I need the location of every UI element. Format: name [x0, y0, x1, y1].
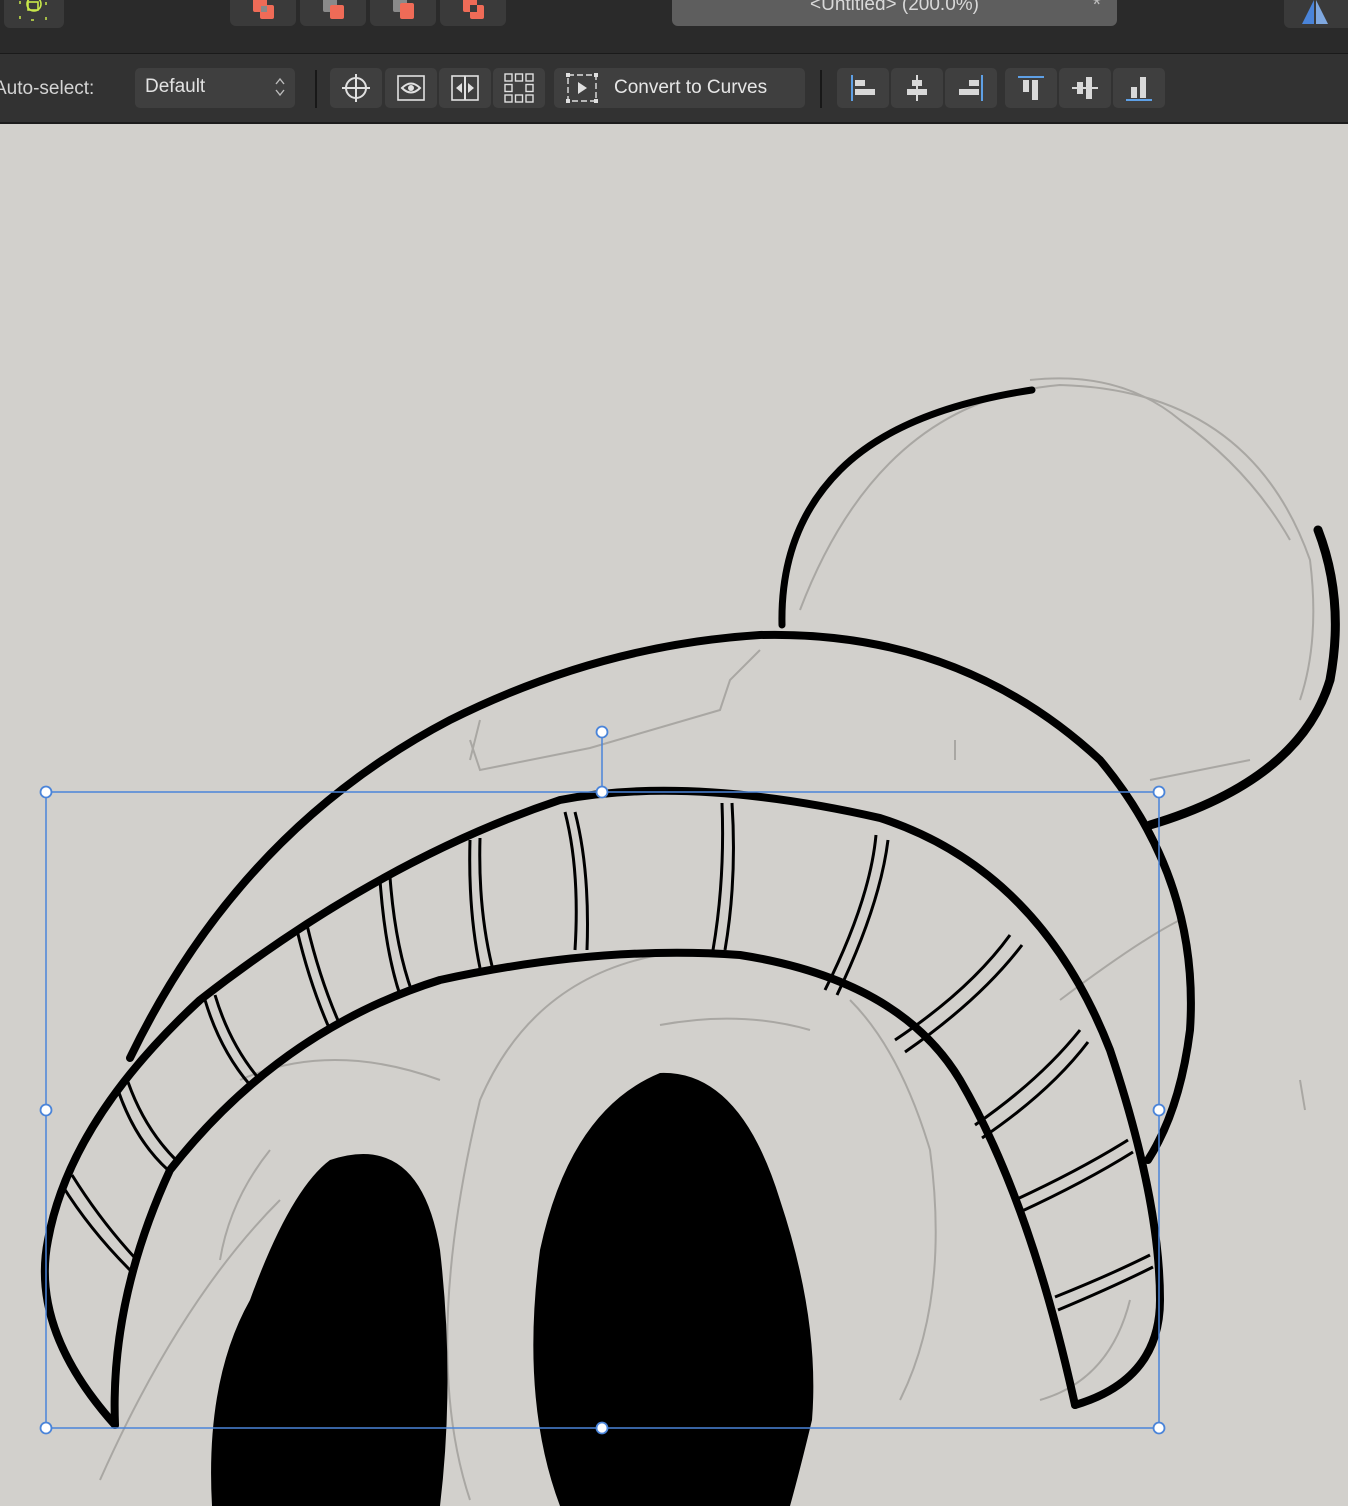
add-boolean-button[interactable] [230, 0, 296, 26]
add-boolean-icon [253, 0, 274, 19]
align-left-icon [851, 75, 875, 101]
align-bottom-icon [1126, 77, 1152, 101]
document-canvas[interactable] [0, 124, 1348, 1506]
align-top-button[interactable] [1005, 68, 1057, 108]
auto-select-dropdown[interactable]: Default [135, 68, 295, 108]
convert-to-curves-label: Convert to Curves [614, 77, 768, 98]
document-close-button[interactable]: * [1092, 0, 1101, 20]
alignment-handles-icon [504, 73, 534, 103]
convert-to-curves-button[interactable]: Convert to Curves [554, 68, 805, 108]
align-right-button[interactable] [945, 68, 997, 108]
intersect-boolean-button[interactable] [370, 0, 436, 26]
resize-handle-right[interactable] [1152, 1103, 1166, 1117]
rotation-handle[interactable] [595, 725, 609, 739]
align-center-icon [907, 75, 927, 101]
auto-select-value: Default [145, 76, 206, 97]
affinity-designer-window: <Untitled> (200.0%) * Auto-select: Defau… [0, 0, 1348, 1506]
intersect-boolean-icon [393, 0, 414, 19]
flip-horizontal-button[interactable] [439, 68, 491, 108]
resize-handle-top-left[interactable] [39, 785, 53, 799]
alignment-handles-button[interactable] [493, 68, 545, 108]
left-eye [211, 1154, 448, 1506]
assistant-icon [1302, 0, 1328, 24]
right-eye [533, 1072, 814, 1506]
convert-to-curves-icon [566, 73, 598, 103]
pompom-outline-left [778, 386, 1036, 629]
title-bar: <Untitled> (200.0%) * [0, 0, 1348, 54]
boolean-operations [230, 0, 506, 26]
designer-persona-icon [19, 0, 47, 21]
flip-horizontal-icon [451, 75, 479, 101]
xor-boolean-icon [463, 0, 484, 19]
resize-handle-left[interactable] [39, 1103, 53, 1117]
align-middle-button[interactable] [1059, 68, 1111, 108]
align-bottom-button[interactable] [1113, 68, 1165, 108]
resize-handle-bottom-right[interactable] [1152, 1421, 1166, 1435]
align-center-button[interactable] [891, 68, 943, 108]
transform-origin-icon [342, 74, 370, 102]
toolbar-separator [315, 70, 317, 108]
subtract-boolean-icon [323, 0, 344, 19]
resize-handle-bottom[interactable] [595, 1421, 609, 1435]
pompom-outline-right [1145, 525, 1340, 830]
document-tab[interactable]: <Untitled> (200.0%) * [672, 0, 1117, 26]
assistant-button[interactable] [1284, 0, 1348, 28]
xor-boolean-button[interactable] [440, 0, 506, 26]
context-toolbar: Auto-select: Default Convert to Curves [0, 54, 1348, 124]
toolbar-separator [820, 70, 822, 108]
artwork [39, 377, 1340, 1506]
show-selection-box-icon [397, 75, 425, 101]
auto-select-label: Auto-select: [0, 78, 95, 99]
chevron-updown-icon [275, 77, 285, 97]
show-selection-box-button[interactable] [385, 68, 437, 108]
align-top-icon [1018, 76, 1044, 100]
transform-origin-button[interactable] [330, 68, 382, 108]
resize-handle-top-right[interactable] [1152, 785, 1166, 799]
resize-handle-bottom-left[interactable] [39, 1421, 53, 1435]
resize-handle-top[interactable] [595, 785, 609, 799]
designer-persona-button[interactable] [4, 0, 64, 28]
align-left-button[interactable] [837, 68, 889, 108]
document-title: <Untitled> (200.0%) [810, 0, 979, 15]
align-right-icon [959, 75, 983, 101]
align-middle-icon [1072, 77, 1098, 99]
subtract-boolean-button[interactable] [300, 0, 366, 26]
